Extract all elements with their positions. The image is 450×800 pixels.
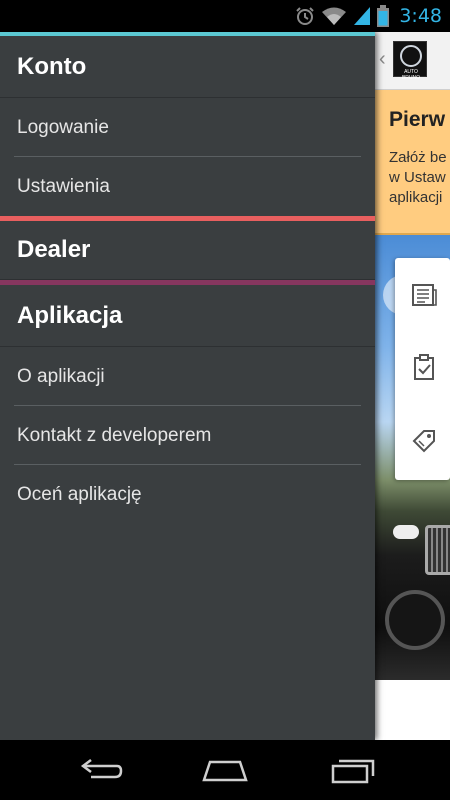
logo-text: AUTO BRUNO [401,69,421,81]
status-bar: 3:48 [0,0,450,32]
news-icon[interactable] [411,282,437,308]
drawer-item-kontakt[interactable]: Kontakt z developerem [0,406,375,465]
app-logo[interactable]: AUTO BRUNO [393,41,427,81]
status-time: 3:48 [399,5,442,27]
banner-text-line: aplikacji [389,189,443,206]
drawer-item-label: Logowanie [17,116,109,138]
home-icon[interactable] [200,754,250,786]
navigation-drawer: Konto Logowanie Ustawienia Dealer Aplika… [0,32,375,740]
recent-apps-icon[interactable] [327,754,377,786]
logo-emblem-icon [400,45,422,67]
signal-icon [354,7,371,25]
car-wheel [385,590,445,650]
drawer-item-logowanie[interactable]: Logowanie [0,98,375,157]
banner-text: Załóż be w Ustaw aplikacji [389,148,447,208]
back-icon[interactable] [75,754,125,786]
drawer-item-ustawienia[interactable]: Ustawienia [0,157,375,216]
quick-actions-card [395,258,450,480]
drawer-item-label: Kontakt z developerem [17,424,212,446]
drawer-item-label: Oceń aplikację [17,483,142,505]
banner-text-line: w Ustaw [389,169,446,186]
section-header-aplikacja: Aplikacja [0,285,375,347]
battery-icon [377,5,390,27]
car-grille [425,525,450,575]
price-tag-icon[interactable] [411,428,437,454]
alarm-icon [296,7,315,25]
drawer-indicator-icon[interactable]: ‹ [379,48,386,71]
section-header-dealer[interactable]: Dealer [0,221,375,280]
drawer-item-label: O aplikacji [17,365,105,387]
info-banner: Pierw Załóż be w Ustaw aplikacji [375,90,450,235]
section-header-konto: Konto [0,36,375,98]
drawer-item-ocen-aplikacje[interactable]: Oceń aplikację [0,465,375,524]
drawer-item-o-aplikacji[interactable]: O aplikacji [0,347,375,406]
banner-text-line: Załóż be [389,149,447,166]
wifi-icon [322,7,347,25]
navigation-bar [0,740,450,800]
clipboard-check-icon[interactable] [411,354,437,380]
car-headlight [393,525,419,539]
banner-title: Pierw [389,108,446,131]
action-bar: ‹ AUTO BRUNO [375,32,450,90]
status-icons: 3:48 [295,4,442,28]
drawer-item-label: Ustawienia [17,175,110,197]
